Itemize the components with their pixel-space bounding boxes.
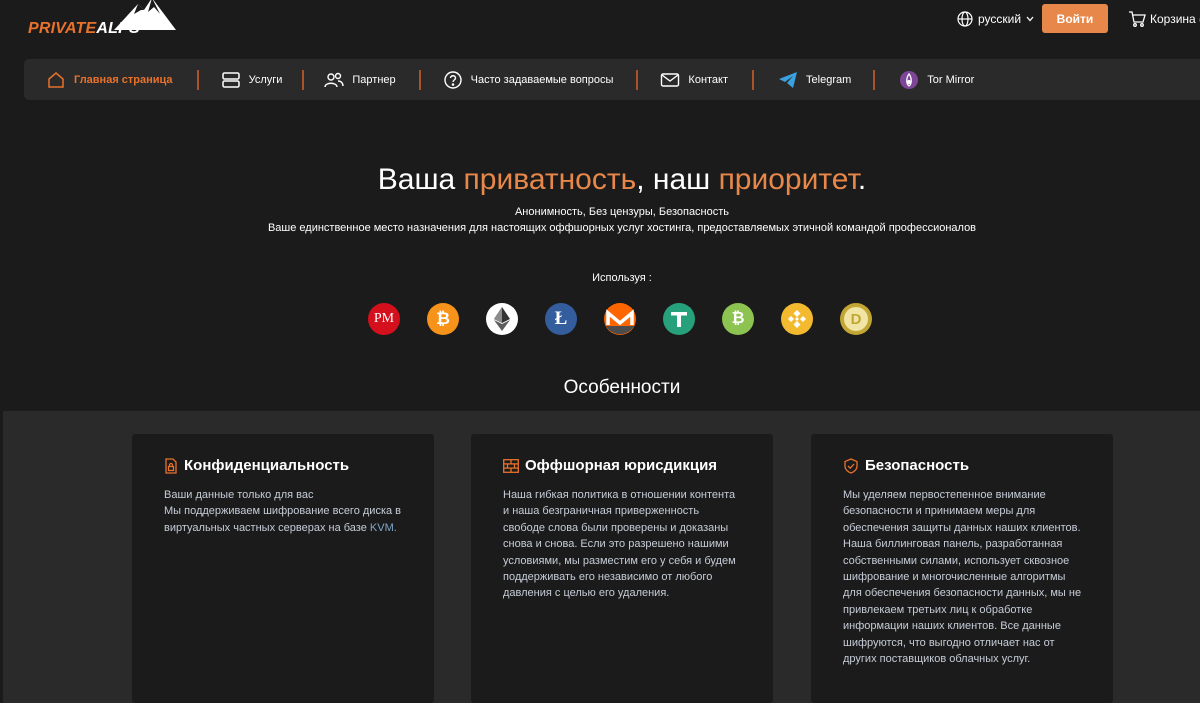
users-icon <box>324 72 345 87</box>
nav-label-contact: Контакт <box>688 73 729 86</box>
server-icon <box>221 71 240 88</box>
logo-text-alps: ALPS <box>96 20 140 37</box>
feature-card-text: Ваши данные только для вас Мы поддержива… <box>164 487 404 536</box>
hero-title-part: . <box>857 163 867 196</box>
hero-title-highlight: приоритет <box>718 163 858 196</box>
nav-divider <box>418 69 421 90</box>
hero-subtitle: Анонимность, Без цензуры, Безопасность <box>514 206 730 218</box>
binance-icon[interactable] <box>781 303 813 335</box>
nav-label-tor-mirror: Tor Mirror <box>927 73 975 86</box>
nav-item-contact[interactable]: Контакт <box>660 59 728 100</box>
brick-wall-icon <box>503 458 519 473</box>
nav-item-telegram[interactable]: Telegram <box>778 59 851 100</box>
feature-card-title: Оффшорная юрисдикция <box>525 457 718 474</box>
question-icon <box>443 70 462 89</box>
hero-description: Ваше единственное место назначения для н… <box>267 222 977 234</box>
login-button[interactable]: Войти <box>1042 4 1108 33</box>
perfect-money-label: PM <box>373 311 395 326</box>
logo-text-private: PRIVATE <box>28 20 97 37</box>
nav-label-telegram: Telegram <box>806 73 852 86</box>
nav-divider <box>636 69 639 90</box>
dogecoin-icon[interactable]: D <box>840 303 872 335</box>
language-selector[interactable]: русский <box>957 11 1034 27</box>
litecoin-icon[interactable]: Ł <box>545 303 577 335</box>
tor-icon <box>900 70 919 89</box>
cart-icon <box>1129 11 1146 27</box>
features-title: Особенности <box>563 377 681 398</box>
nav-label-faq: Часто задаваемые вопросы <box>470 73 614 86</box>
lock-file-icon <box>165 457 177 474</box>
chevron-down-icon <box>1026 16 1034 22</box>
hero-title-highlight: приватность <box>463 163 637 196</box>
payment-methods-label: Используя : <box>592 272 652 284</box>
home-icon <box>48 71 64 88</box>
bitcoin-icon[interactable]: ₿ <box>427 303 459 335</box>
perfect-money-icon[interactable]: PM <box>368 303 400 335</box>
nav-label-services: Услуги <box>248 73 283 86</box>
globe-icon <box>957 11 973 27</box>
nav-divider <box>752 69 755 90</box>
tether-icon[interactable] <box>663 303 695 335</box>
language-label: русский <box>978 12 1022 26</box>
feature-card-text: Наша гибкая политика в отношении контент… <box>503 489 736 600</box>
nav-item-services[interactable]: Услуги <box>221 59 283 100</box>
hero-title-part: Ваша <box>377 163 464 196</box>
hero-title: Ваша приватность, наш приоритет. <box>0 163 1200 197</box>
nav-divider <box>873 69 876 90</box>
nav-label-home: Главная страница <box>74 73 173 86</box>
feature-card-title: Конфиденциальность <box>184 457 350 474</box>
feature-card-privacy: Конфиденциальность Ваши данные только дл… <box>132 434 434 703</box>
logo[interactable]: PRIVATEALPS <box>28 0 178 40</box>
nav-item-partner[interactable]: Партнер <box>324 59 396 100</box>
nav-divider <box>196 69 199 90</box>
mail-icon <box>661 72 680 87</box>
kvm-text: KVM. <box>369 521 397 534</box>
logo-text: PRIVATEALPS <box>28 20 140 38</box>
feature-card-offshore: Оффшорная юрисдикция Наша гибкая политик… <box>471 434 773 703</box>
nav-item-tor-mirror[interactable]: Tor Mirror <box>899 59 974 100</box>
cart-label: Корзина ( <box>1150 12 1200 26</box>
feature-card-title: Безопасность <box>865 457 970 474</box>
feature-card-text: Мы уделяем первостепенное внимание безоп… <box>843 489 1082 666</box>
payment-methods: PM ₿ Ł ₿ D <box>368 303 872 335</box>
nav-item-home[interactable]: Главная страница <box>46 59 173 100</box>
feature-card-line: Мы поддерживаем шифрование всего диска в… <box>164 503 404 536</box>
shield-check-icon <box>844 457 858 474</box>
cart-link[interactable]: Корзина ( <box>1128 11 1200 27</box>
bitcoin-cash-icon[interactable]: ₿ <box>722 303 754 335</box>
feature-card-security: Безопасность Мы уделяем первостепенное в… <box>811 434 1113 703</box>
ethereum-icon[interactable] <box>486 303 518 335</box>
telegram-icon <box>779 71 798 88</box>
nav-label-partner: Партнер <box>352 73 396 86</box>
feature-card-line-text: Мы поддерживаем шифрование всего диска в… <box>164 505 402 534</box>
hero-title-part: , наш <box>636 163 719 196</box>
nav-item-faq[interactable]: Часто задаваемые вопросы <box>443 59 614 100</box>
main-nav: Главная страница Услуги Партнер Часто за… <box>24 59 1200 100</box>
feature-card-line: Ваши данные только для вас <box>164 489 314 501</box>
monero-icon[interactable] <box>604 303 636 335</box>
nav-divider <box>302 69 305 90</box>
